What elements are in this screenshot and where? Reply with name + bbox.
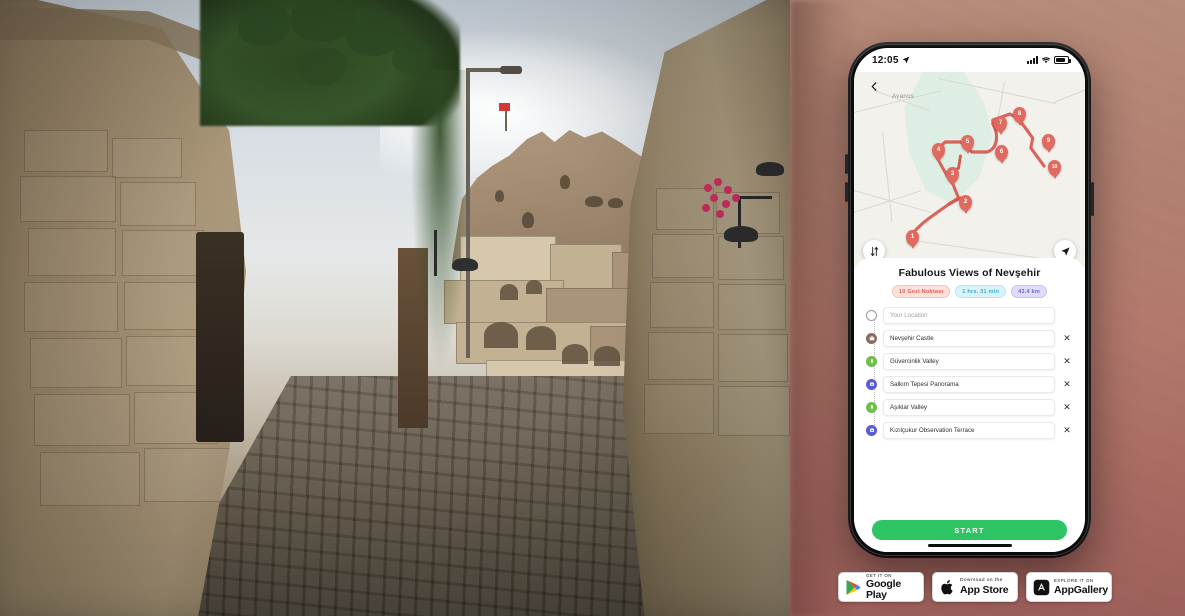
street-lamp xyxy=(756,162,784,176)
appgallery-big: AppGallery xyxy=(1054,583,1109,596)
status-bar-right xyxy=(1027,56,1071,64)
route-detail-sheet: Fabulous Views of Nevşehir 10 Gezi Nokta… xyxy=(854,258,1085,552)
remove-stop-4-button[interactable]: ✕ xyxy=(1061,402,1073,412)
arch xyxy=(594,346,620,366)
cellular-signal-icon xyxy=(1027,56,1038,64)
stop-input-2[interactable]: Güvercinlik Valley xyxy=(883,352,1055,370)
viewpoint-pin-icon xyxy=(866,424,877,436)
viewpoint-pin-icon xyxy=(866,378,877,390)
reorder-stops-icon xyxy=(870,246,878,256)
screenshot-root: 12:05 Avanos 1 2 3 4 5 6 7 8 9 10 Fabulo… xyxy=(0,0,1185,616)
start-button[interactable]: START xyxy=(872,520,1067,540)
cave-opening xyxy=(495,190,504,202)
app-store-text: Download on the App Store xyxy=(960,577,1009,596)
navigation-arrow-icon xyxy=(1060,246,1070,256)
valley-pin-icon xyxy=(866,401,877,413)
apple-icon xyxy=(938,578,956,596)
location-arrow-icon xyxy=(902,56,909,64)
climbing-vine xyxy=(410,70,470,370)
volume-up-button[interactable] xyxy=(845,154,848,174)
app-store-small: Download on the xyxy=(960,577,1003,583)
origin-circle-icon xyxy=(866,309,877,321)
stop-row-3[interactable]: Salkım Tepesi Panorama ✕ xyxy=(866,375,1073,393)
app-store-badges: GET IT ON Google Play Download on the Ap… xyxy=(838,572,1112,602)
stop-input-3[interactable]: Salkım Tepesi Panorama xyxy=(883,375,1055,393)
hero-photo xyxy=(0,0,790,616)
arch xyxy=(526,326,556,350)
street-light-head xyxy=(500,66,522,74)
appgallery-icon xyxy=(1032,578,1050,596)
remove-stop-1-button[interactable]: ✕ xyxy=(1061,333,1073,343)
route-stats: 10 Gezi Noktası 1 hrs. 31 min 43.4 km xyxy=(866,285,1073,298)
stop-row-origin[interactable]: Your Location xyxy=(866,306,1073,324)
volume-down-button[interactable] xyxy=(845,182,848,202)
stop-row-1[interactable]: Nevşehir Castle ✕ xyxy=(866,329,1073,347)
duration-badge: 1 hrs. 31 min xyxy=(955,285,1007,298)
stop-input-4[interactable]: Aşıklar Valley xyxy=(883,398,1055,416)
app-store-big: App Store xyxy=(960,583,1009,596)
appgallery-badge[interactable]: EXPLORE IT ON AppGallery xyxy=(1026,572,1112,602)
stop-row-4[interactable]: Aşıklar Valley ✕ xyxy=(866,398,1073,416)
back-button[interactable] xyxy=(864,76,884,96)
turkish-flag xyxy=(499,103,510,111)
dark-doorway xyxy=(196,232,244,442)
stop-row-5[interactable]: Kızılçukur Observation Terrace ✕ xyxy=(866,421,1073,439)
remove-stop-5-button[interactable]: ✕ xyxy=(1061,425,1073,435)
app-store-badge[interactable]: Download on the App Store xyxy=(932,572,1018,602)
google-play-text: GET IT ON Google Play xyxy=(866,572,918,601)
google-play-big: Google Play xyxy=(866,578,901,601)
street-lamp xyxy=(452,258,478,271)
arch xyxy=(484,322,518,348)
valley-pin-icon xyxy=(866,355,877,367)
arch xyxy=(526,280,542,294)
stop-input-1[interactable]: Nevşehir Castle xyxy=(883,329,1055,347)
battery-icon xyxy=(1054,56,1071,64)
remove-stop-3-button[interactable]: ✕ xyxy=(1061,379,1073,389)
phone-screen: 12:05 Avanos 1 2 3 4 5 6 7 8 9 10 Fabulo… xyxy=(854,48,1085,552)
stop-row-2[interactable]: Güvercinlik Valley ✕ xyxy=(866,352,1073,370)
cave-opening xyxy=(585,196,603,207)
cave-opening xyxy=(608,198,623,208)
google-play-icon xyxy=(844,578,862,596)
lamp-bracket xyxy=(434,230,437,276)
power-button[interactable] xyxy=(1091,182,1094,216)
appgallery-small: EXPLORE IT ON xyxy=(1054,577,1094,583)
bougainvillea-flowers xyxy=(700,178,746,220)
arch xyxy=(562,344,588,364)
distance-badge: 43.4 km xyxy=(1011,285,1048,298)
status-bar-time: 12:05 xyxy=(872,54,899,66)
google-play-badge[interactable]: GET IT ON Google Play xyxy=(838,572,924,602)
chevron-left-icon xyxy=(871,81,876,91)
arch xyxy=(500,284,518,300)
home-indicator xyxy=(927,544,1012,547)
remove-stop-2-button[interactable]: ✕ xyxy=(1061,356,1073,366)
stop-input-5[interactable]: Kızılçukur Observation Terrace xyxy=(883,421,1055,439)
route-title: Fabulous Views of Nevşehir xyxy=(898,267,1041,279)
status-bar: 12:05 xyxy=(854,48,1085,72)
route-map[interactable]: Avanos 1 2 3 4 5 6 7 8 9 10 xyxy=(854,72,1085,268)
wifi-icon xyxy=(1041,57,1051,64)
cave-opening xyxy=(560,175,570,189)
stops-list: Your Location Nevşehir Castle ✕ Güvercin… xyxy=(866,306,1073,439)
appgallery-text: EXPLORE IT ON AppGallery xyxy=(1054,577,1109,596)
google-play-small: GET IT ON xyxy=(866,572,892,578)
phone-mockup: 12:05 Avanos 1 2 3 4 5 6 7 8 9 10 Fabulo… xyxy=(845,42,1094,558)
stops-count-badge: 10 Gezi Noktası xyxy=(891,285,951,298)
castle-pin-icon xyxy=(866,332,877,344)
origin-input[interactable]: Your Location xyxy=(883,306,1055,324)
status-bar-left: 12:05 xyxy=(872,55,910,66)
street-lamp xyxy=(724,226,758,242)
